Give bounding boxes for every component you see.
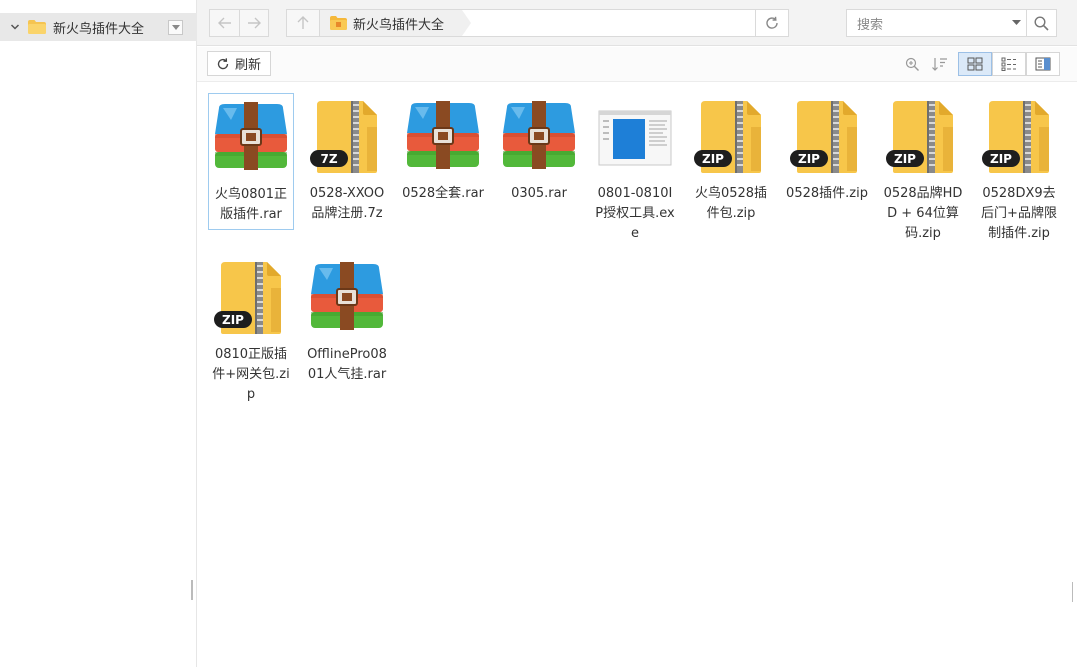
file-name: 0305.rar [511,186,567,201]
svg-text:ZIP: ZIP [222,313,244,327]
svg-text:ZIP: ZIP [798,152,820,166]
refresh-icon [217,57,229,69]
refresh-icon [766,16,778,29]
file-item[interactable]: 0801-0810IP授权工具.exe [592,93,678,248]
back-button[interactable] [209,9,239,37]
svg-text:7Z: 7Z [320,152,337,166]
search-box[interactable]: 搜索 [846,9,1057,37]
rar-archive-icon [499,97,579,177]
file-name: 0528-XXOO品牌注册.7z [309,186,385,221]
file-name: 0528品牌HDD + 64位算码.zip [883,186,963,241]
list-view-button[interactable] [992,52,1026,76]
refresh-button[interactable]: 刷新 [207,51,272,76]
navigation-bar: 新火鸟插件大全 搜索 [197,0,1077,46]
exe-file-icon [595,97,675,177]
file-item[interactable]: OfflinePro0801人气挂.rar [304,254,390,389]
file-item[interactable]: 7Z 0528-XXOO品牌注册.7z [304,93,390,228]
zoom-icon[interactable] [900,53,924,75]
sort-icon[interactable] [928,53,952,75]
file-name: 火鸟0528插件包.zip [694,186,768,221]
arrow-up-icon [297,16,309,29]
file-name: OfflinePro0801人气挂.rar [307,347,387,382]
rar-archive-icon [211,98,291,178]
svg-text:ZIP: ZIP [702,152,724,166]
file-grid: 火鸟0801正版插件.rar 7Z 0528-XXOO品牌注册.7z 0528全… [197,82,1077,667]
zip-archive-icon: ZIP [691,97,771,177]
file-item[interactable]: ZIP 0810正版插件+网关包.zip [208,254,294,409]
file-name: 0528全套.rar [402,186,484,201]
rar-archive-icon [403,97,483,177]
file-item[interactable]: 火鸟0801正版插件.rar [208,93,294,230]
breadcrumb-label: 新火鸟插件大全 [353,17,445,33]
content-resize-handle[interactable] [1072,582,1074,602]
zip-archive-icon: ZIP [211,258,291,338]
zip-archive-icon: ZIP [979,97,1059,177]
folder-icon [28,20,46,34]
search-button[interactable] [1026,10,1056,36]
file-item[interactable]: 0528全套.rar [400,93,486,208]
file-name: 0528DX9去后门+品牌限制插件.zip [981,186,1057,241]
grid-view-icon [967,57,983,71]
refresh-button-label: 刷新 [235,58,262,73]
up-button[interactable] [286,9,320,37]
svg-text:ZIP: ZIP [990,152,1012,166]
toolbar: 刷新 [197,47,1077,82]
details-pane-button[interactable] [1026,52,1060,76]
list-view-icon [1001,57,1016,71]
rar-archive-icon [307,258,387,338]
sidebar-dropdown-button[interactable] [168,20,183,35]
folder-icon [330,16,347,30]
zip-archive-icon: ZIP [883,97,963,177]
file-item[interactable]: ZIP 0528品牌HDD + 64位算码.zip [880,93,966,248]
sidebar-resize-handle[interactable] [191,580,193,600]
file-explorer-window: 新火鸟插件大全 新火鸟插件大全 搜索 刷新 火鸟0801正版插件.rar 7Z … [0,0,1077,667]
file-item[interactable]: ZIP 0528DX9去后门+品牌限制插件.zip [976,93,1062,248]
large-icons-view-button[interactable] [958,52,992,76]
arrow-right-icon [248,17,261,29]
search-input[interactable]: 搜索 [857,14,1006,33]
arrow-left-icon [217,17,231,29]
sidebar: 新火鸟插件大全 [0,0,197,667]
breadcrumb[interactable]: 新火鸟插件大全 [320,10,472,36]
chevron-down-icon[interactable] [8,20,22,34]
svg-text:ZIP: ZIP [894,152,916,166]
sidebar-item-folder[interactable]: 新火鸟插件大全 [0,13,197,41]
forward-button[interactable] [239,9,269,37]
file-item[interactable]: ZIP 火鸟0528插件包.zip [688,93,774,228]
search-dropdown-icon[interactable] [1006,20,1026,26]
preview-pane-icon [1035,57,1051,71]
zip-archive-icon: ZIP [787,97,867,177]
sidebar-item-label: 新火鸟插件大全 [53,21,145,37]
file-name: 0801-0810IP授权工具.exe [595,186,675,241]
file-item[interactable]: ZIP 0528插件.zip [784,93,870,208]
file-name: 火鸟0801正版插件.rar [214,187,288,222]
7z-archive-icon: 7Z [307,97,387,177]
file-name: 0810正版插件+网关包.zip [212,347,290,402]
file-item[interactable]: 0305.rar [496,93,582,208]
refresh-address-button[interactable] [756,9,789,37]
search-icon [1034,15,1049,31]
file-name: 0528插件.zip [786,186,868,201]
address-bar[interactable]: 新火鸟插件大全 [319,9,756,37]
